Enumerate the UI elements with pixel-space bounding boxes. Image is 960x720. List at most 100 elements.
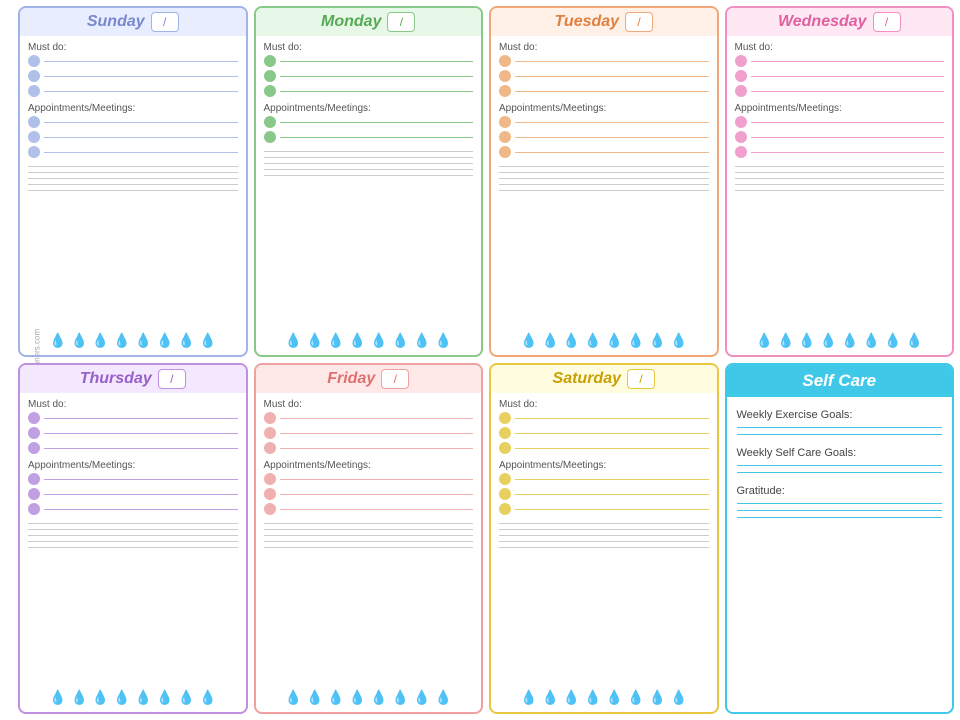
water-drop-icon: 💧 <box>70 689 87 706</box>
water-drop-icon: 💧 <box>327 689 344 706</box>
note-line <box>735 190 945 191</box>
note-line <box>264 157 474 158</box>
bullet-item <box>499 412 709 424</box>
monday-date-box[interactable]: / <box>387 12 415 32</box>
sunday-date-box[interactable]: / <box>151 12 179 32</box>
tuesday-title: Tuesday <box>554 13 619 31</box>
water-drop-icon: 💧 <box>392 689 409 706</box>
bullet-circle <box>264 70 276 82</box>
water-drop-icon: 💧 <box>435 689 452 706</box>
note-line <box>28 166 238 167</box>
sunday-body: Must do: Appointments/Meetings: <box>20 36 246 328</box>
friday-date-box[interactable]: / <box>381 369 409 389</box>
thursday-date-box[interactable]: / <box>158 369 186 389</box>
bullet-item <box>264 503 474 515</box>
selfcare-line-2 <box>737 472 943 473</box>
saturday-title: Saturday <box>553 370 621 388</box>
note-line <box>499 541 709 542</box>
bullet-item <box>264 55 474 67</box>
note-line <box>499 190 709 191</box>
selfcare-line-1 <box>737 465 943 466</box>
bullet-item <box>28 488 238 500</box>
note-line <box>28 523 238 524</box>
bullet-line <box>515 494 709 495</box>
bullet-line <box>751 122 945 123</box>
water-drop-icon: 💧 <box>777 332 794 349</box>
bullet-item <box>28 442 238 454</box>
thursday-title: Thursday <box>80 370 152 388</box>
saturday-date-box[interactable]: / <box>627 369 655 389</box>
note-line <box>28 529 238 530</box>
gratitude-line-1 <box>737 503 943 504</box>
bullet-circle <box>499 85 511 97</box>
bullet-line <box>44 479 238 480</box>
note-line <box>499 529 709 530</box>
sunday-must-do-label: Must do: <box>28 42 238 53</box>
bullet-line <box>515 91 709 92</box>
tuesday-date-box[interactable]: / <box>625 12 653 32</box>
wednesday-must-do-list <box>735 55 945 97</box>
bullet-circle <box>499 503 511 515</box>
bullet-line <box>44 448 238 449</box>
selfcare-header: Self Care <box>727 365 953 397</box>
friday-appt-list <box>264 473 474 515</box>
day-card-thursday: Thursday / Must do: Appointments/Meeting… <box>18 363 248 714</box>
water-drop-icon: 💧 <box>49 689 66 706</box>
note-line <box>499 166 709 167</box>
bullet-circle <box>735 85 747 97</box>
sunday-must-do-list <box>28 55 238 97</box>
bullet-line <box>515 122 709 123</box>
note-line <box>264 541 474 542</box>
bullet-circle <box>264 85 276 97</box>
tuesday-must-do-list <box>499 55 709 97</box>
water-drop-icon: 💧 <box>178 332 195 349</box>
water-drop-icon: 💧 <box>841 332 858 349</box>
thursday-must-do-label: Must do: <box>28 399 238 410</box>
bullet-circle <box>499 131 511 143</box>
water-drop-icon: 💧 <box>199 689 216 706</box>
water-drop-icon: 💧 <box>135 689 152 706</box>
wednesday-appt-label: Appointments/Meetings: <box>735 103 945 114</box>
note-line <box>499 535 709 536</box>
bullet-item <box>264 116 474 128</box>
saturday-appt-label: Appointments/Meetings: <box>499 460 709 471</box>
note-line <box>264 151 474 152</box>
bullet-item <box>735 85 945 97</box>
day-card-sunday: Sunday / Must do: Appointments/Meetings: <box>18 6 248 357</box>
bullet-circle <box>735 146 747 158</box>
friday-header: Friday / <box>256 365 482 393</box>
bullet-line <box>280 448 474 449</box>
bullet-item <box>28 70 238 82</box>
monday-body: Must do: Appointments/Meetings: <box>256 36 482 328</box>
water-drop-icon: 💧 <box>520 332 537 349</box>
bullet-item <box>264 131 474 143</box>
wednesday-date-box[interactable]: / <box>873 12 901 32</box>
bullet-item <box>28 503 238 515</box>
friday-must-do-label: Must do: <box>264 399 474 410</box>
water-drop-icon: 💧 <box>649 332 666 349</box>
bullet-item <box>499 131 709 143</box>
wednesday-body: Must do: Appointments/Meetings: <box>727 36 953 328</box>
bullet-item <box>28 146 238 158</box>
bullet-circle <box>28 427 40 439</box>
bullet-circle <box>264 488 276 500</box>
thursday-water-tracker: 💧💧💧💧💧💧💧💧 <box>20 685 246 708</box>
saturday-header: Saturday / <box>491 365 717 393</box>
bullet-line <box>280 494 474 495</box>
water-drop-icon: 💧 <box>863 332 880 349</box>
bullet-item <box>499 427 709 439</box>
water-drop-icon: 💧 <box>327 332 344 349</box>
day-card-wednesday: Wednesday / Must do: Appointments/Meetin… <box>725 6 955 357</box>
bullet-circle <box>264 427 276 439</box>
selfcare-goals-label: Weekly Self Care Goals: <box>737 447 943 459</box>
gratitude-line-3 <box>737 517 943 518</box>
bullet-line <box>280 76 474 77</box>
saturday-appt-list <box>499 473 709 515</box>
wednesday-notes <box>735 166 945 324</box>
bullet-item <box>735 146 945 158</box>
water-drop-icon: 💧 <box>520 689 537 706</box>
sunday-appt-list <box>28 116 238 158</box>
note-line <box>735 172 945 173</box>
water-drop-icon: 💧 <box>92 332 109 349</box>
bullet-circle <box>28 85 40 97</box>
